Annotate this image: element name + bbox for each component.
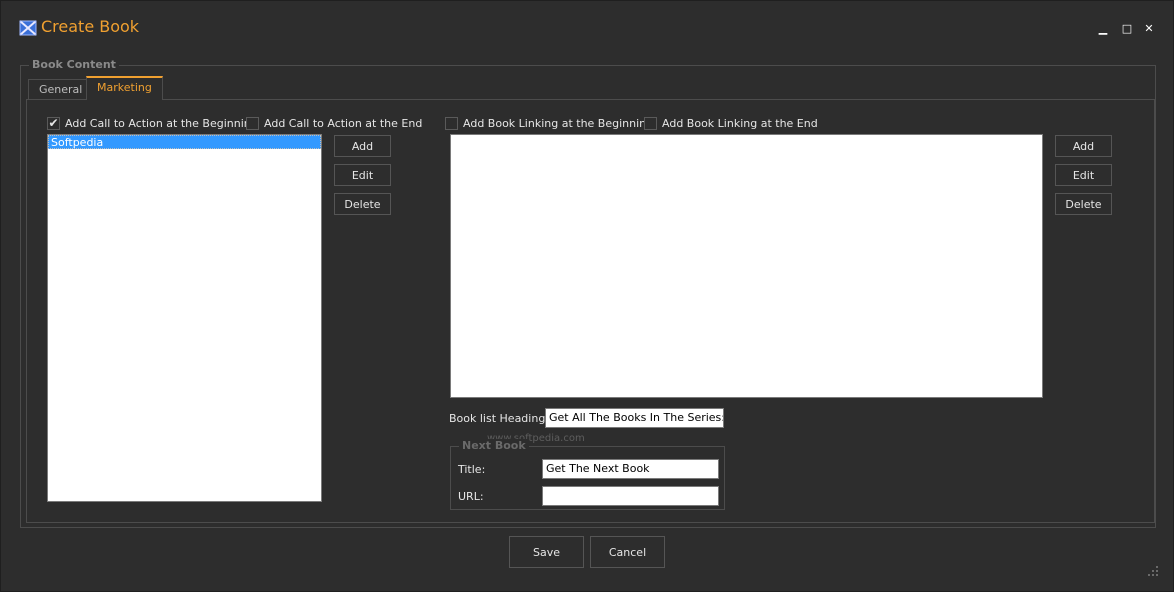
linking-add-button[interactable]: Add: [1055, 135, 1112, 157]
resize-grip-icon[interactable]: [1147, 565, 1159, 577]
save-button[interactable]: Save: [509, 536, 584, 568]
cta-edit-button[interactable]: Edit: [334, 164, 391, 186]
linking-beginning-label: Add Book Linking at the Beginning: [463, 116, 654, 130]
linking-beginning-checkbox[interactable]: Add Book Linking at the Beginning: [445, 115, 653, 131]
book-list-heading-label: Book list Heading:: [449, 412, 550, 425]
title-bar[interactable]: Create Book ▁ □ ✕: [1, 1, 1174, 55]
list-item[interactable]: Softpedia: [48, 135, 321, 149]
checkbox-checked-icon: ✔: [47, 116, 60, 130]
cta-delete-button[interactable]: Delete: [334, 193, 391, 215]
next-book-title-input[interactable]: Get The Next Book: [542, 459, 719, 479]
cta-list[interactable]: Softpedia: [47, 134, 322, 502]
cta-add-button[interactable]: Add: [334, 135, 391, 157]
cta-end-checkbox[interactable]: Add Call to Action at the End: [246, 115, 422, 131]
close-icon: ✕: [1144, 21, 1154, 35]
next-book-url-input[interactable]: [542, 486, 719, 506]
minimize-icon: ▁: [1098, 21, 1108, 35]
tab-marketing[interactable]: Marketing: [86, 76, 163, 100]
maximize-icon: □: [1121, 21, 1133, 35]
app-icon: [19, 20, 37, 36]
cancel-button[interactable]: Cancel: [590, 536, 665, 568]
linking-end-checkbox[interactable]: Add Book Linking at the End: [644, 115, 818, 131]
linking-end-label: Add Book Linking at the End: [662, 116, 818, 130]
cta-beginning-checkbox[interactable]: ✔ Add Call to Action at the Beginning: [47, 115, 258, 131]
next-book-url-label: URL:: [458, 490, 484, 503]
book-linking-list[interactable]: [450, 134, 1043, 398]
book-content-legend: Book Content: [29, 58, 119, 71]
next-book-legend: Next Book: [459, 439, 529, 452]
next-book-title-label: Title:: [458, 463, 486, 476]
checkbox-unchecked-icon: [445, 116, 458, 130]
minimize-button[interactable]: ▁: [1093, 19, 1113, 37]
linking-edit-button[interactable]: Edit: [1055, 164, 1112, 186]
checkbox-unchecked-icon: [644, 116, 657, 130]
book-list-heading-input[interactable]: Get All The Books In The Series:: [545, 408, 724, 428]
linking-delete-button[interactable]: Delete: [1055, 193, 1112, 215]
maximize-button[interactable]: □: [1117, 19, 1137, 37]
window-title: Create Book: [41, 17, 140, 36]
close-button[interactable]: ✕: [1139, 19, 1159, 37]
tab-general[interactable]: General: [28, 79, 94, 99]
create-book-window: Create Book ▁ □ ✕ Book Content General M…: [0, 0, 1174, 592]
cta-beginning-label: Add Call to Action at the Beginning: [65, 116, 258, 130]
cta-end-label: Add Call to Action at the End: [264, 116, 423, 130]
checkbox-unchecked-icon: [246, 116, 259, 130]
